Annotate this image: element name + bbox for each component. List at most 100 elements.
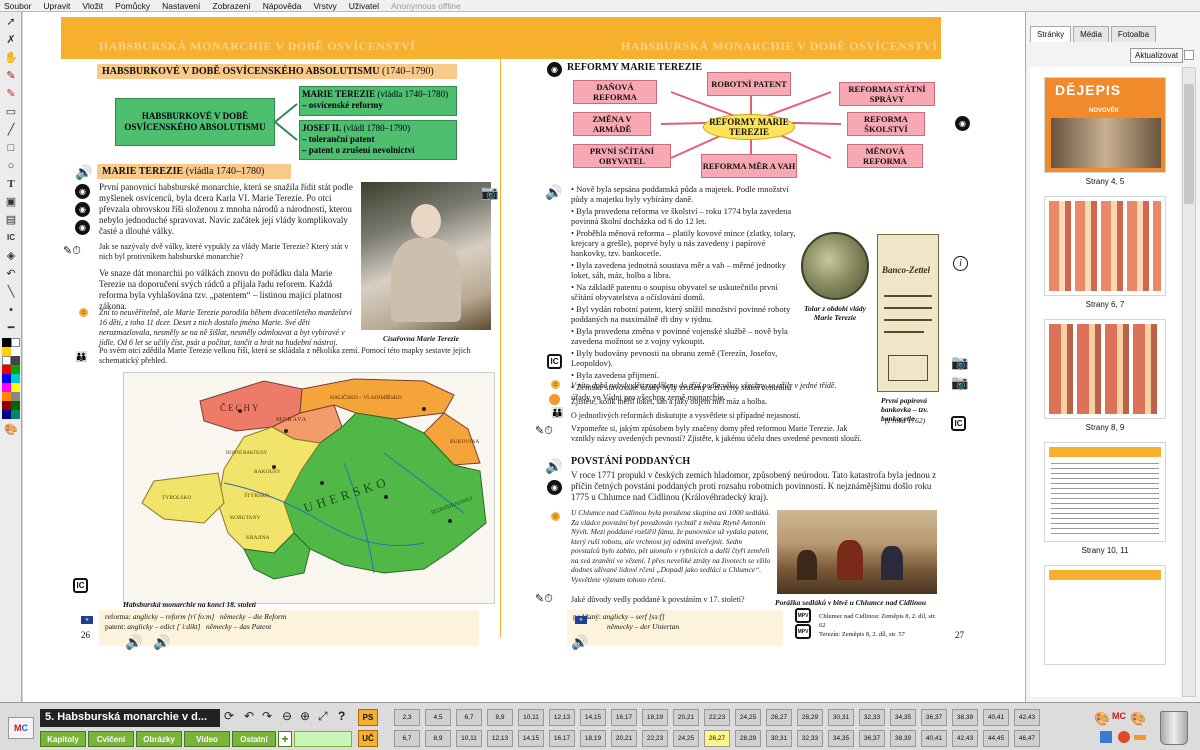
menu-item-9[interactable]: Anonymous offline <box>391 1 461 11</box>
page-cell[interactable]: 16,17 <box>549 730 575 747</box>
thaler-coin-image[interactable] <box>801 232 869 300</box>
animation-icon-1[interactable]: ◉ <box>75 184 90 199</box>
animation-icon-3[interactable]: ◉ <box>75 220 90 235</box>
tab-photoalbums[interactable]: Fotoalba <box>1110 26 1157 42</box>
page-cell[interactable]: 6,7 <box>456 709 482 726</box>
page-cell[interactable]: 14,15 <box>580 709 606 726</box>
speaker-icon[interactable]: 🔊 <box>125 634 142 651</box>
delete-pointer-icon[interactable]: ✗ <box>2 31 20 48</box>
page-cell[interactable]: 22,23 <box>704 709 730 726</box>
ic-icon-r2[interactable]: IC <box>951 416 966 431</box>
menu-item-8[interactable]: Uživatel <box>349 1 379 11</box>
camera-icon-3[interactable]: 📷 <box>951 374 968 391</box>
page-cell[interactable]: 26,27 <box>704 730 730 747</box>
ellipse-icon[interactable]: ○ <box>2 157 20 174</box>
page-cell[interactable]: 28,29 <box>797 709 823 726</box>
mpv-ref-2[interactable]: Terezín: Zeměpis 8, 2. díl, str. 57 <box>819 630 939 639</box>
animation-icon-r2[interactable]: ◉ <box>955 116 970 131</box>
dot-icon[interactable]: • <box>2 301 20 318</box>
panel-scroll-thumb[interactable] <box>1184 84 1194 204</box>
trash-icon[interactable] <box>1160 711 1188 745</box>
nav-button-kapitoly[interactable]: Kapitoly <box>40 731 86 747</box>
add-button[interactable]: + <box>278 731 292 747</box>
page-cell[interactable]: 20,21 <box>673 709 699 726</box>
ic-icon-left[interactable]: IC <box>73 578 88 593</box>
page-cell[interactable]: 42,43 <box>1014 709 1040 726</box>
animation-icon-r3[interactable]: ◉ <box>547 480 562 495</box>
page-cell[interactable]: 8,9 <box>487 709 513 726</box>
hand-icon[interactable]: ✋ <box>2 49 20 66</box>
redo-button-icon[interactable]: ↷ <box>262 709 272 723</box>
page-cell[interactable]: 2,3 <box>394 709 420 726</box>
paint-tool-icon[interactable]: 🎨 <box>1094 711 1110 727</box>
nav-button-cvičení[interactable]: Cvičení <box>88 731 134 747</box>
page-cell[interactable]: 20,21 <box>611 730 637 747</box>
screenshot-icon[interactable]: ▤ <box>2 211 20 228</box>
search-input[interactable] <box>294 731 352 747</box>
audio-mt-icon[interactable]: 🔊 <box>75 164 92 181</box>
page-cell[interactable]: 36,37 <box>859 730 885 747</box>
battle-painting[interactable] <box>777 510 937 594</box>
page-cell[interactable]: 32,33 <box>797 730 823 747</box>
page-cell[interactable]: 8,9 <box>425 730 451 747</box>
habsburg-map[interactable]: ČECHY MORAVA HALIČSKO – VLADIMÍŘSKO BUKO… <box>123 372 495 604</box>
page-cell[interactable]: 10,11 <box>518 709 544 726</box>
maria-theresa-portrait[interactable] <box>361 182 491 330</box>
page-cell[interactable]: 38,39 <box>890 730 916 747</box>
page-cell[interactable]: 24,25 <box>735 709 761 726</box>
fill-icon[interactable]: ◈ <box>2 247 20 264</box>
page-cell[interactable]: 40,41 <box>983 709 1009 726</box>
menu-item-5[interactable]: Zobrazení <box>212 1 250 11</box>
page-cell[interactable]: 12,13 <box>487 730 513 747</box>
color-palette[interactable] <box>2 338 20 419</box>
line-icon[interactable]: ╱ <box>2 121 20 138</box>
panel-settings-icon[interactable] <box>1184 50 1194 60</box>
page-cell[interactable]: 40,41 <box>921 730 947 747</box>
undo-button-icon[interactable]: ↶ <box>244 709 254 723</box>
layers-icon[interactable] <box>1100 731 1112 743</box>
camera-icon[interactable]: 📷 <box>481 184 498 201</box>
nav-button-obrázky[interactable]: Obrázky <box>136 731 182 747</box>
menu-item-2[interactable]: Vložit <box>82 1 103 11</box>
menu-item-7[interactable]: Vrstvy <box>313 1 336 11</box>
page-cell[interactable]: 38,39 <box>952 709 978 726</box>
pointer-icon[interactable]: ➚ <box>2 13 20 30</box>
menu-item-1[interactable]: Upravit <box>43 1 70 11</box>
undo-icon[interactable]: ↶ <box>2 265 20 282</box>
menu-item-4[interactable]: Nastavení <box>162 1 200 11</box>
dropper-icon[interactable]: ╲ <box>2 283 20 300</box>
page-cell[interactable]: 4,5 <box>425 709 451 726</box>
question-tools-icon[interactable]: ✎⏱ <box>63 244 81 258</box>
ic-icon-r1[interactable]: IC <box>547 354 562 369</box>
page-cell[interactable]: 34,35 <box>828 730 854 747</box>
image-icon[interactable]: ▣ <box>2 193 20 210</box>
banknote-image[interactable]: Banco-Zettel <box>877 234 939 392</box>
pen-icon[interactable]: ✎ <box>2 67 20 84</box>
shapes-icon[interactable] <box>1118 731 1130 743</box>
help-icon[interactable]: ? <box>338 709 345 723</box>
mc-small-icon[interactable]: MC <box>1112 711 1126 721</box>
camera-icon-2[interactable]: 📷 <box>951 354 968 371</box>
page-cell[interactable]: 30,31 <box>766 730 792 747</box>
page-cell[interactable]: 36,37 <box>921 709 947 726</box>
ic-icon[interactable]: IC <box>2 229 20 246</box>
panel-scrollbar[interactable] <box>1182 67 1196 697</box>
question-tools-icon-2[interactable]: ✎⏱ <box>535 424 553 438</box>
tab-media[interactable]: Média <box>1073 26 1109 42</box>
thumb-6-7[interactable] <box>1044 196 1166 296</box>
page-cell[interactable]: 18,19 <box>642 709 668 726</box>
page-cell[interactable]: 6,7 <box>394 730 420 747</box>
thumb-cover[interactable]: DĚJEPIS NOVOVĚK <box>1044 77 1166 173</box>
page-cell[interactable]: 28,29 <box>735 730 761 747</box>
speaker-icon-3[interactable]: 🔊 <box>571 634 588 651</box>
update-button[interactable]: Aktualizovat <box>1130 48 1184 63</box>
minus-icon[interactable] <box>1134 735 1146 740</box>
page-cell[interactable]: 34,35 <box>890 709 916 726</box>
page-cell[interactable]: 14,15 <box>518 730 544 747</box>
thumb-10-11[interactable] <box>1044 442 1166 542</box>
animation-icon-r1[interactable]: ◉ <box>547 62 562 77</box>
page-cell[interactable]: 12,13 <box>549 709 575 726</box>
page-cell[interactable]: 24,25 <box>673 730 699 747</box>
eraser-icon[interactable]: ▭ <box>2 103 20 120</box>
line-width-icon[interactable]: ━ <box>2 319 20 336</box>
